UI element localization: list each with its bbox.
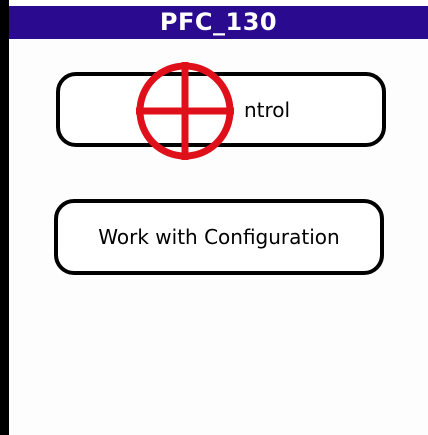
work-with-configuration-button-label: Work with Configuration [98,225,340,249]
app-screen: PFC_130 ntrol Work with Configuration [0,0,428,435]
work-with-configuration-button[interactable]: Work with Configuration [54,199,384,275]
control-button[interactable]: ntrol [56,72,386,147]
control-button-label: ntrol [243,97,291,122]
title-bar: PFC_130 [9,6,428,39]
window-title: PFC_130 [159,8,278,36]
screen-left-border [0,0,9,435]
